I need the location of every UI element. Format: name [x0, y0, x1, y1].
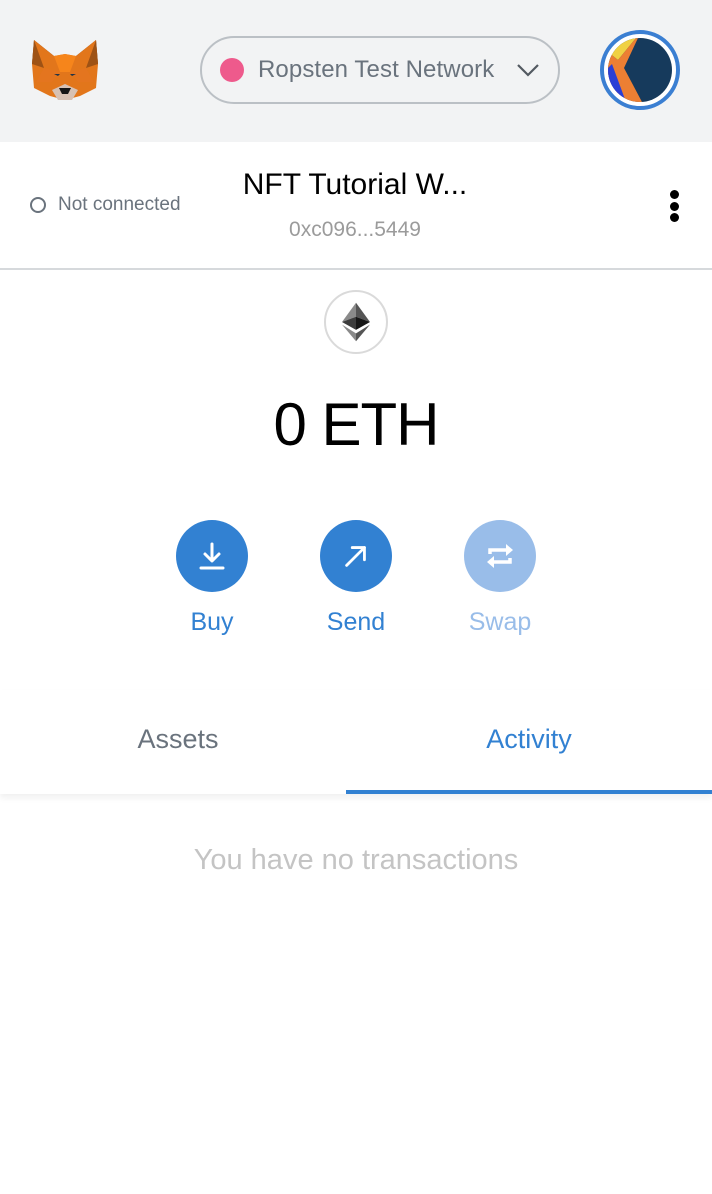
identicon-avatar — [608, 38, 672, 102]
tab-activity[interactable]: Activity — [346, 690, 712, 794]
account-name[interactable]: NFT Tutorial W... — [200, 168, 510, 202]
arrow-up-right-icon — [320, 520, 392, 592]
kebab-menu-icon[interactable] — [662, 188, 686, 224]
network-selector[interactable]: Ropsten Test Network — [200, 36, 560, 104]
network-label: Ropsten Test Network — [258, 56, 495, 83]
download-icon — [176, 520, 248, 592]
send-label: Send — [326, 608, 386, 636]
swap-icon — [464, 520, 536, 592]
kebab-dot — [669, 213, 679, 222]
network-status-dot — [220, 58, 244, 82]
app-header: Ropsten Test Network — [0, 0, 712, 142]
account-bar: Not connected NFT Tutorial W... 0xc096..… — [0, 142, 712, 270]
buy-button[interactable]: Buy — [162, 520, 262, 637]
connection-status-label: Not connected — [58, 194, 181, 215]
chevron-down-icon — [516, 60, 540, 80]
ethereum-icon — [324, 290, 388, 354]
tab-bar: Assets Activity — [0, 690, 712, 794]
balance-amount: 0 ETH — [273, 391, 439, 458]
swap-button[interactable]: Swap — [450, 520, 550, 637]
send-button[interactable]: Send — [306, 520, 406, 637]
buy-label: Buy — [190, 608, 234, 636]
account-address[interactable]: 0xc096...5449 — [200, 218, 510, 242]
connection-status-icon — [30, 197, 46, 213]
connection-status[interactable]: Not connected — [30, 194, 181, 216]
no-transactions-message: You have no transactions — [193, 844, 519, 876]
kebab-dot — [669, 190, 679, 199]
tab-assets[interactable]: Assets — [0, 690, 356, 794]
account-avatar[interactable] — [600, 30, 680, 110]
kebab-dot — [669, 201, 679, 211]
metamask-fox-icon[interactable] — [30, 38, 100, 102]
swap-label: Swap — [468, 608, 532, 636]
